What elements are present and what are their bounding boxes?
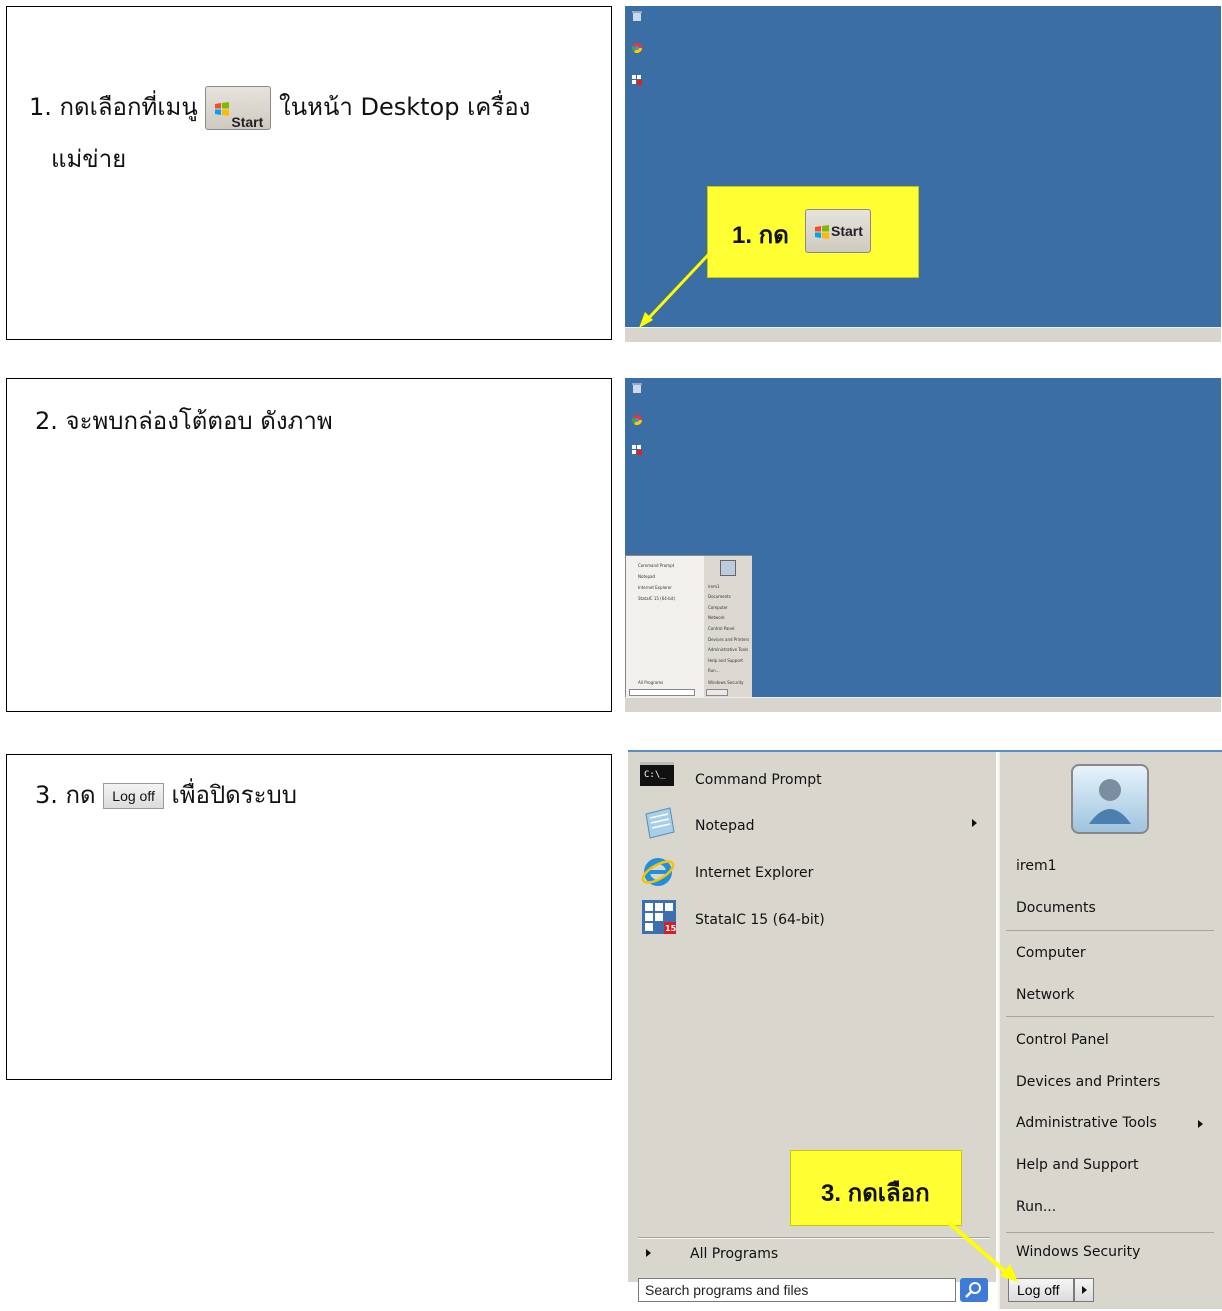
step1-prefix: 1. กดเลือกที่เมนู — [29, 93, 198, 121]
chrome-icon — [631, 415, 642, 425]
mini-program-1: Command Prompt — [638, 563, 675, 568]
desktop-screenshot-2: Command Prompt Notepad Internet Explorer… — [625, 378, 1221, 712]
mini-right-8: Help and Support — [708, 658, 743, 663]
start-menu-screenshot: C:\_ Command Prompt Notepad Internet Exp… — [628, 750, 1222, 1309]
desktop-screenshot-1: 1. กด Start — [625, 6, 1221, 342]
mini-right-4: Network — [708, 615, 725, 620]
step2-text: 2. จะพบกล่องโต้ตอบ ดังภาพ — [35, 407, 333, 435]
mini-start-menu: Command Prompt Notepad Internet Explorer… — [625, 555, 752, 698]
mini-right-1: irem1 — [708, 584, 720, 589]
arrow-step3 — [946, 1220, 1018, 1282]
step3-suffix: เพื่อปิดระบบ — [171, 781, 298, 809]
step1-text: 1. กดเลือกที่เมนู Start ในหน้า Desktop เ… — [29, 85, 609, 130]
mini-right-6: Devices and Printers — [708, 637, 750, 642]
mini-right-9: Run... — [708, 668, 720, 673]
mini-logoff-button — [706, 689, 728, 696]
mini-right-10: Windows Security — [708, 680, 744, 685]
mini-search-box — [629, 689, 695, 696]
mini-all-programs: All Programs — [638, 680, 664, 685]
mini-program-2: Notepad — [638, 574, 655, 579]
step3-prefix: 3. กด — [35, 781, 96, 809]
step2-box: 2. จะพบกล่องโต้ตอบ ดังภาพ — [6, 378, 612, 712]
recycle-bin-icon — [632, 383, 642, 393]
mini-right-3: Computer — [708, 605, 728, 610]
logoff-button-image: Log off — [103, 783, 164, 809]
stata-desktop-icon — [632, 445, 642, 455]
step1-suffix: ในหน้า Desktop เครื่อง — [279, 93, 531, 121]
step1-box: 1. กดเลือกที่เมนู Start ในหน้า Desktop เ… — [6, 6, 612, 340]
start-button-image: Start — [205, 86, 272, 130]
mini-right-5: Control Panel — [708, 626, 735, 631]
step3-box: 3. กด Log off เพื่อปิดระบบ — [6, 754, 612, 1080]
start-label: Start — [231, 114, 264, 130]
mini-program-3: Internet Explorer — [638, 585, 672, 590]
step1-line2: แม่ข่าย — [51, 145, 127, 173]
windows-flag-icon — [215, 102, 230, 116]
arrow-step1 — [639, 252, 711, 328]
mini-program-4: StataIC 15 (64-bit) — [638, 596, 676, 601]
mini-right-7: Administrative Tools — [708, 647, 749, 652]
step3-text: 3. กด Log off เพื่อปิดระบบ — [35, 773, 297, 817]
mini-right-2: Documents — [708, 594, 731, 599]
mini-avatar — [720, 560, 736, 576]
taskbar — [625, 697, 1221, 712]
